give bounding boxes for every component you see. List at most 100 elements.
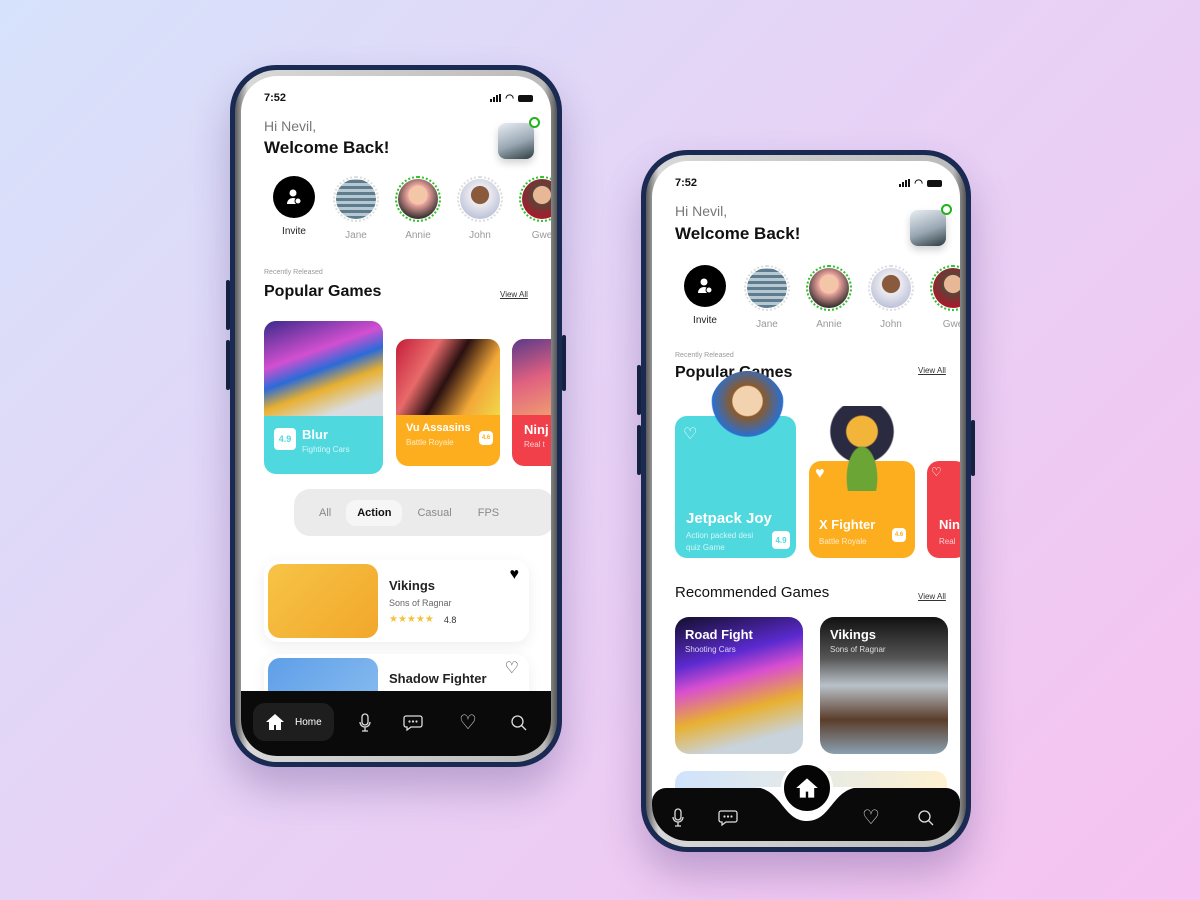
- online-indicator: [529, 117, 540, 128]
- heart-icon[interactable]: ♡: [455, 709, 481, 735]
- rating-badge: 4.6: [479, 431, 493, 445]
- star-rating: ★★★★★ 4.8: [389, 614, 457, 625]
- list-item[interactable]: Vikings Sons of Ragnar ★★★★★ 4.8 ♥: [264, 560, 529, 642]
- avatar: [522, 179, 551, 219]
- view-all-link[interactable]: View All: [500, 290, 528, 299]
- signal-icon: [899, 179, 911, 187]
- avatar: [460, 179, 500, 219]
- phone-right: 7:52 ◠ Hi Nevil, Welcome Back! Invite Ja…: [637, 150, 975, 852]
- story-gwe[interactable]: Gwe: [922, 265, 960, 330]
- story-invite[interactable]: Invite: [674, 265, 736, 330]
- chat-icon[interactable]: [716, 806, 740, 830]
- section-eyebrow: Recently Released: [675, 352, 734, 359]
- story-jane[interactable]: Jane: [325, 176, 387, 241]
- power-button: [562, 335, 566, 391]
- screen-right: 7:52 ◠ Hi Nevil, Welcome Back! Invite Ja…: [652, 161, 960, 841]
- heart-filled-icon[interactable]: ♥: [510, 566, 520, 584]
- add-user-icon: [684, 265, 726, 307]
- story-john[interactable]: John: [860, 265, 922, 330]
- welcome-title: Welcome Back!: [264, 138, 390, 157]
- rating-badge: 4.9: [274, 428, 296, 450]
- rating-badge: 4.9: [772, 531, 790, 549]
- clock: 7:52: [264, 92, 287, 104]
- greeting: Hi Nevil,: [675, 203, 728, 219]
- game-card-vu-assasins[interactable]: Vu Assasins Battle Royale 4.6: [396, 339, 500, 466]
- search-icon[interactable]: [507, 711, 531, 735]
- story-jane[interactable]: Jane: [736, 265, 798, 330]
- view-all-link[interactable]: View All: [918, 366, 946, 375]
- story-annie[interactable]: Annie: [798, 265, 860, 330]
- battery-icon: [518, 94, 533, 102]
- clock: 7:52: [675, 177, 698, 189]
- filter-chips: All Action Casual FPS: [294, 489, 551, 536]
- filter-action[interactable]: Action: [346, 499, 403, 526]
- status-bar: 7:52 ◠: [264, 91, 533, 105]
- view-all-link[interactable]: View All: [918, 592, 946, 601]
- home-fab-button[interactable]: [781, 762, 833, 814]
- mic-icon[interactable]: [666, 806, 690, 830]
- add-user-icon: [273, 176, 315, 218]
- story-invite[interactable]: Invite: [263, 176, 325, 241]
- game-card-ninja[interactable]: ♡ Nin Real: [927, 461, 960, 558]
- character-image: [710, 371, 785, 446]
- side-button: [637, 365, 641, 415]
- game-card-ninja[interactable]: Ninj Real t: [512, 339, 551, 466]
- phone-left: 7:52 ◠ Hi Nevil, Welcome Back! Invite Ja…: [226, 65, 566, 767]
- heart-outline-icon[interactable]: ♡: [931, 465, 942, 479]
- recommended-vikings[interactable]: Vikings Sons of Ragnar: [820, 617, 948, 754]
- rating-badge: 4.6: [892, 528, 906, 542]
- avatar: [871, 268, 911, 308]
- section-title: Popular Games: [264, 283, 382, 300]
- avatar: [809, 268, 849, 308]
- wifi-icon: ◠: [505, 92, 514, 104]
- heart-icon[interactable]: ♡: [858, 804, 884, 830]
- signal-icon: [490, 94, 502, 102]
- screen-left: 7:52 ◠ Hi Nevil, Welcome Back! Invite Ja…: [241, 76, 551, 756]
- profile-avatar[interactable]: [498, 117, 540, 159]
- search-icon[interactable]: [914, 806, 938, 830]
- chat-icon[interactable]: [401, 711, 425, 735]
- game-image: [512, 339, 551, 415]
- heart-filled-icon[interactable]: ♥: [815, 465, 825, 483]
- game-card-jetpack-joy[interactable]: ♡ Jetpack Joy Action packed desi quiz Ga…: [675, 371, 796, 558]
- welcome-title: Welcome Back!: [675, 224, 801, 243]
- story-annie[interactable]: Annie: [387, 176, 449, 241]
- recommended-road-fight[interactable]: Road Fight Shooting Cars: [675, 617, 803, 754]
- heart-outline-icon[interactable]: ♡: [683, 424, 697, 444]
- wifi-icon: ◠: [914, 177, 923, 189]
- home-icon: [266, 714, 284, 730]
- character-image: [827, 406, 897, 491]
- side-button: [226, 280, 230, 330]
- profile-avatar[interactable]: [910, 204, 952, 246]
- filter-casual[interactable]: Casual: [406, 500, 462, 526]
- mic-icon[interactable]: [353, 711, 377, 735]
- status-bar: 7:52 ◠: [675, 176, 942, 190]
- avatar: [933, 268, 960, 308]
- nav-home[interactable]: Home: [253, 703, 334, 741]
- section-eyebrow: Recently Released: [264, 269, 323, 276]
- game-image: [264, 321, 383, 416]
- avatar: [747, 268, 787, 308]
- stories-row: Invite Jane Annie John Gwe: [674, 265, 960, 330]
- story-gwe[interactable]: Gwe: [511, 176, 551, 241]
- online-indicator: [941, 204, 952, 215]
- filter-fps[interactable]: FPS: [467, 500, 510, 526]
- avatar: [336, 179, 376, 219]
- heart-outline-icon[interactable]: ♡: [505, 658, 519, 678]
- game-card-blur[interactable]: 4.9 Blur Fighting Cars: [264, 321, 383, 474]
- side-button: [226, 340, 230, 390]
- power-button: [971, 420, 975, 476]
- greeting: Hi Nevil,: [264, 118, 317, 134]
- story-john[interactable]: John: [449, 176, 511, 241]
- game-card-x-fighter[interactable]: ♥ X Fighter Battle Royale 4.6: [809, 406, 915, 558]
- bottom-nav: Home ♡: [241, 691, 551, 756]
- filter-all[interactable]: All: [308, 500, 342, 526]
- game-image: [396, 339, 500, 415]
- game-thumbnail: [268, 564, 378, 638]
- home-icon: [796, 778, 818, 798]
- side-button: [637, 425, 641, 475]
- stories-row: Invite Jane Annie John Gwe: [263, 176, 551, 241]
- battery-icon: [927, 179, 942, 187]
- recommended-title: Recommended Games: [675, 584, 830, 601]
- avatar: [398, 179, 438, 219]
